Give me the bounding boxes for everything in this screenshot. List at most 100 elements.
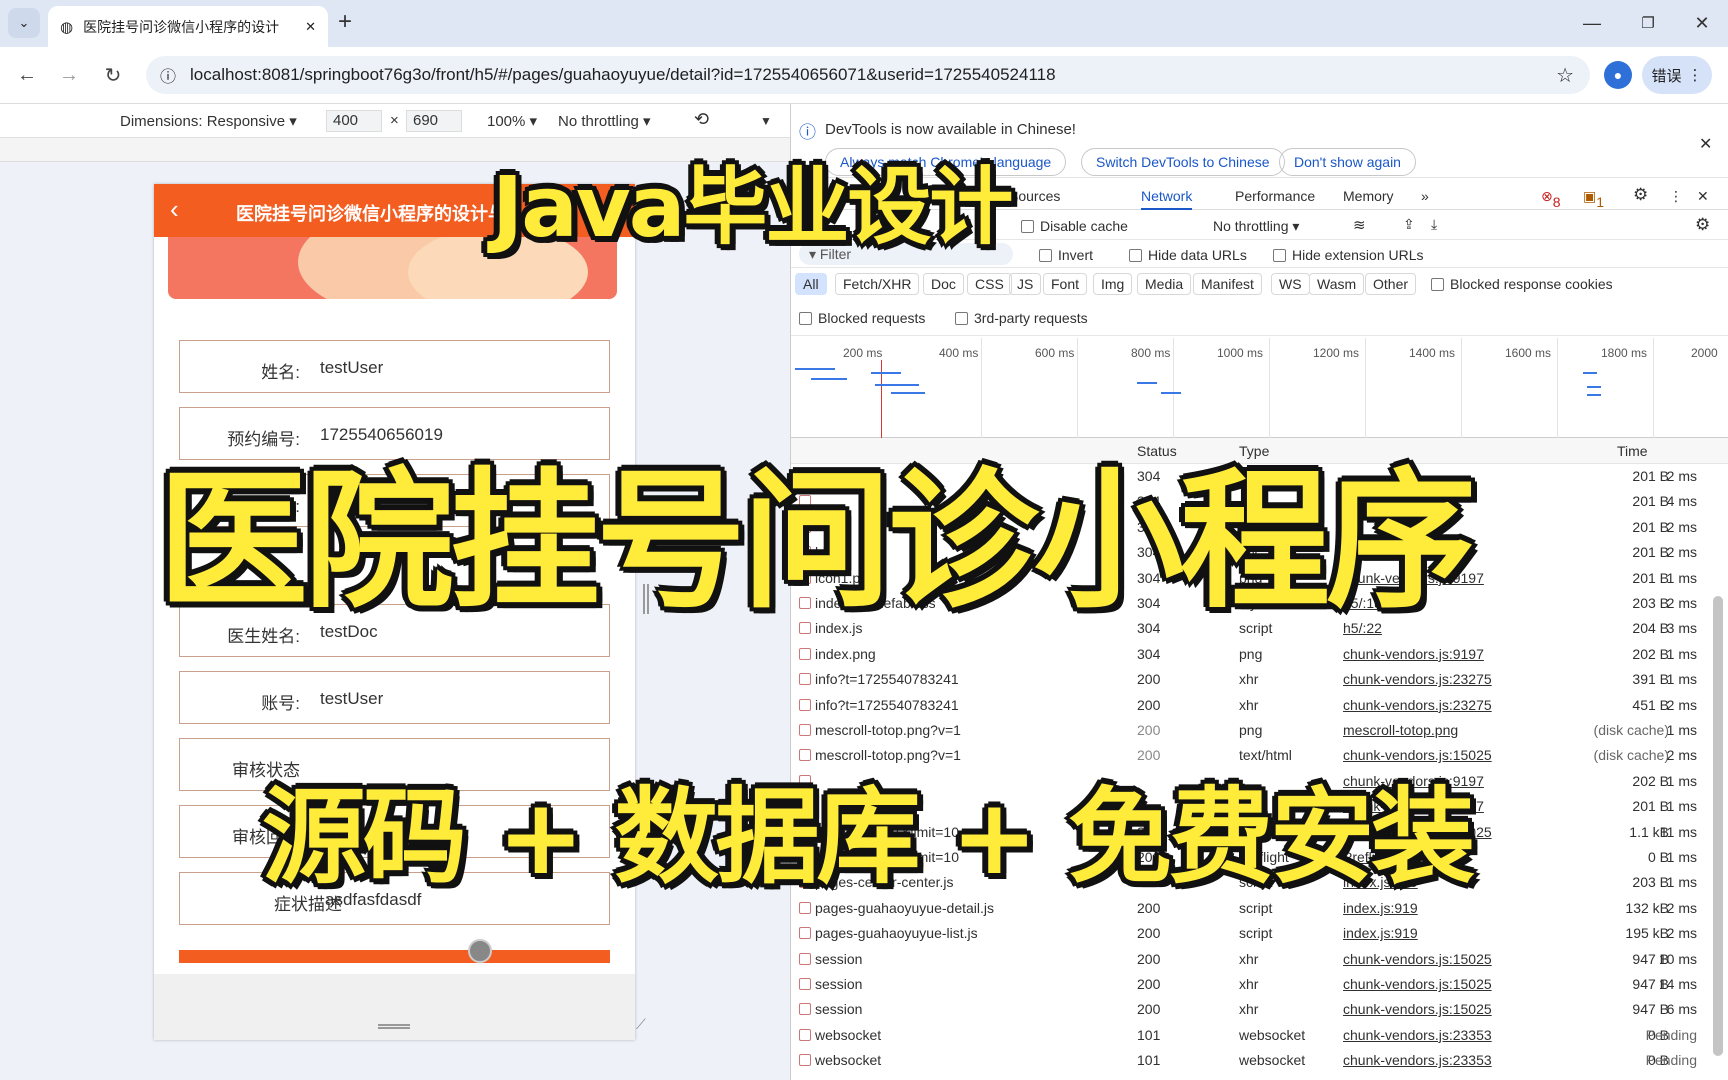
hide-extension-urls-checkbox[interactable]: Hide extension URLs bbox=[1273, 247, 1424, 263]
profile-error-button[interactable]: 错误 ⋮ bbox=[1642, 56, 1712, 94]
filter-chip-all[interactable]: All bbox=[795, 273, 827, 295]
request-row[interactable]: info?t=1725540783241 200 xhr chunk-vendors.… bbox=[791, 693, 1711, 718]
menu-dots-icon: ⋮ bbox=[1687, 67, 1703, 84]
resize-handle-bottom[interactable] bbox=[378, 1024, 410, 1029]
detail-field: 账号: testUser bbox=[179, 671, 610, 724]
cell-time: Pending bbox=[1645, 1026, 1697, 1043]
tab-memory[interactable]: Memory bbox=[1343, 188, 1394, 204]
filter-chip-media[interactable]: Media bbox=[1137, 273, 1192, 295]
network-settings-icon[interactable]: ⚙ bbox=[1695, 215, 1710, 235]
wifi-icon[interactable]: ≋ bbox=[1353, 216, 1366, 234]
tab-close-icon[interactable]: ✕ bbox=[305, 19, 316, 35]
back-arrow-icon[interactable]: ← bbox=[12, 60, 42, 90]
cell-status: 200 bbox=[1137, 696, 1161, 713]
width-input[interactable]: 400 bbox=[326, 110, 382, 132]
settings-gear-icon[interactable]: ⚙ bbox=[1633, 185, 1648, 205]
forward-arrow-icon[interactable]: → bbox=[54, 60, 84, 90]
notice-close-icon[interactable]: ✕ bbox=[1699, 134, 1712, 154]
minimize-icon[interactable]: — bbox=[1570, 8, 1614, 38]
filter-chip-ws[interactable]: WS bbox=[1271, 273, 1310, 295]
filter-chip-manifest[interactable]: Manifest bbox=[1193, 273, 1262, 295]
download-icon[interactable]: ⤓ bbox=[1431, 216, 1437, 233]
filter-chip-img[interactable]: Img bbox=[1093, 273, 1133, 295]
dont-show-again-button[interactable]: Don't show again bbox=[1279, 148, 1416, 176]
request-row[interactable]: websocket 101 websocket chunk-vendors.js:23… bbox=[791, 1023, 1711, 1048]
request-row[interactable]: websocket 101 websocket chunk-vendors.js:23… bbox=[791, 1048, 1711, 1073]
cell-initiator[interactable]: chunk-vendors.js:23275 bbox=[1343, 697, 1513, 713]
cell-initiator[interactable]: chunk-vendors.js:9197 bbox=[1343, 646, 1513, 662]
network-throttle-select[interactable]: No throttling ▾ bbox=[1213, 218, 1299, 235]
cell-initiator[interactable]: chunk-vendors.js:23275 bbox=[1343, 671, 1513, 687]
cell-initiator[interactable]: chunk-vendors.js:15025 bbox=[1343, 951, 1513, 967]
restore-icon[interactable]: ❐ bbox=[1626, 8, 1670, 38]
cell-name: session bbox=[815, 950, 863, 967]
request-row[interactable]: info?t=1725540783241 200 xhr chunk-vendors.… bbox=[791, 667, 1711, 692]
tab-performance[interactable]: Performance bbox=[1235, 188, 1315, 204]
height-input[interactable]: 690 bbox=[406, 110, 462, 132]
blocked-cookies-checkbox[interactable]: Blocked response cookies bbox=[1431, 276, 1613, 292]
field-label: 姓名: bbox=[261, 363, 300, 382]
tab-sources[interactable]: Sources bbox=[1009, 188, 1060, 204]
cell-name: websocket bbox=[815, 1052, 882, 1069]
error-badge[interactable]: ⊗ 8 bbox=[1541, 188, 1561, 210]
dimensions-select[interactable]: Dimensions: Responsive ▾ bbox=[120, 112, 297, 130]
filter-chip-doc[interactable]: Doc bbox=[923, 273, 964, 295]
filter-chip-font[interactable]: Font bbox=[1043, 273, 1088, 295]
network-throttle-label: No throttling bbox=[1213, 218, 1289, 234]
devtools-menu-icon[interactable]: ⋮ bbox=[1669, 188, 1683, 205]
cell-type: xhr bbox=[1239, 976, 1259, 992]
cell-initiator[interactable]: chunk-vendors.js:15025 bbox=[1343, 976, 1513, 992]
request-row[interactable]: session 200 xhr chunk-vendors.js:15025 947 B… bbox=[791, 947, 1711, 972]
tab-more[interactable]: » bbox=[1421, 188, 1429, 204]
new-tab-button[interactable]: + bbox=[338, 8, 352, 36]
filter-chip-other[interactable]: Other bbox=[1365, 273, 1417, 295]
switch-to-chinese-button[interactable]: Switch DevTools to Chinese bbox=[1081, 148, 1285, 176]
site-info-icon[interactable]: ⓘ bbox=[160, 63, 176, 87]
request-row[interactable]: pages-guahaoyuyue-list.js 200 script index.… bbox=[791, 921, 1711, 946]
hide-data-urls-checkbox[interactable]: Hide data URLs bbox=[1129, 247, 1247, 263]
request-row[interactable]: session 200 xhr chunk-vendors.js:15025 947 B… bbox=[791, 972, 1711, 997]
devtools-close-icon[interactable]: ✕ bbox=[1697, 188, 1709, 205]
request-row[interactable]: mescroll-totop.png?v=1 200 png mescroll-tot… bbox=[791, 718, 1711, 743]
disable-cache-check[interactable] bbox=[1021, 220, 1034, 233]
third-party-checkbox[interactable]: 3rd-party requests bbox=[955, 310, 1088, 326]
tab-network[interactable]: Network bbox=[1141, 188, 1193, 210]
cell-initiator[interactable]: mescroll-totop.png bbox=[1343, 722, 1513, 738]
account-icon[interactable]: ● bbox=[1604, 61, 1632, 89]
filter-chip-css[interactable]: CSS bbox=[967, 273, 1012, 295]
device-toolbar: Dimensions: Responsive ▾ 400 × 690 100% … bbox=[0, 104, 790, 138]
col-time[interactable]: Time bbox=[1617, 443, 1648, 459]
cell-initiator[interactable]: index.js:919 bbox=[1343, 925, 1513, 941]
table-scrollbar[interactable] bbox=[1713, 596, 1723, 1056]
rotate-icon[interactable]: ⟲ bbox=[694, 109, 709, 130]
upload-icon[interactable]: ⇪ bbox=[1403, 216, 1415, 233]
bookmark-star-icon[interactable]: ☆ bbox=[1556, 63, 1574, 88]
throttling-select[interactable]: No throttling ▾ bbox=[558, 112, 651, 130]
warning-badge[interactable]: ▣ 1 bbox=[1583, 188, 1604, 210]
cell-initiator[interactable]: chunk-vendors.js:23353 bbox=[1343, 1027, 1513, 1043]
request-row[interactable]: session 200 xhr chunk-vendors.js:15025 947 B… bbox=[791, 997, 1711, 1022]
request-row[interactable]: index.png 304 png chunk-vendors.js:9197 202 … bbox=[791, 642, 1711, 667]
submit-bar[interactable] bbox=[179, 950, 610, 963]
request-type-icon bbox=[799, 724, 811, 736]
tab-search-button[interactable]: ⌄ bbox=[8, 8, 40, 38]
window-close-icon[interactable]: ✕ bbox=[1680, 8, 1724, 38]
browser-tab[interactable]: ◍ 医院挂号问诊微信小程序的设计 ✕ bbox=[48, 6, 328, 47]
invert-checkbox[interactable]: Invert bbox=[1039, 247, 1093, 263]
timeline-tick: 800 ms bbox=[1131, 346, 1171, 360]
filter-chip-wasm[interactable]: Wasm bbox=[1309, 273, 1365, 295]
hide-ext-label: Hide extension URLs bbox=[1292, 247, 1424, 263]
blocked-requests-checkbox[interactable]: Blocked requests bbox=[799, 310, 925, 326]
back-chevron-icon[interactable]: ‹ bbox=[170, 194, 179, 225]
url-text[interactable]: localhost:8081/springboot76g3o/front/h5/… bbox=[190, 65, 1056, 85]
filter-chip-js[interactable]: JS bbox=[1009, 273, 1042, 295]
cell-initiator[interactable]: chunk-vendors.js:23353 bbox=[1343, 1052, 1513, 1068]
resize-corner-icon[interactable]: ⟋ bbox=[636, 1016, 646, 1033]
reload-icon[interactable]: ↻ bbox=[98, 60, 128, 90]
cell-initiator[interactable]: chunk-vendors.js:15025 bbox=[1343, 1001, 1513, 1017]
address-bar[interactable]: ⓘ localhost:8081/springboot76g3o/front/h… bbox=[146, 56, 1590, 94]
more-options-icon[interactable]: ▼ bbox=[760, 114, 772, 128]
zoom-select[interactable]: 100% ▾ bbox=[487, 112, 537, 130]
cell-size: 203 B bbox=[1632, 595, 1669, 611]
filter-chip-fetch[interactable]: Fetch/XHR bbox=[835, 273, 920, 295]
